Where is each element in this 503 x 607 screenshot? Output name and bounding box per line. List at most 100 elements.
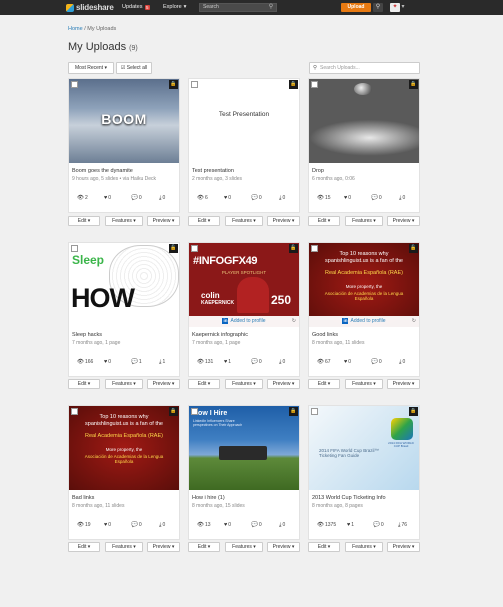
views-count: 166 [84,359,94,365]
select-checkbox[interactable] [191,408,198,415]
features-dropdown[interactable]: Features ▾ [345,542,383,552]
card-stats: 👁131 ♥1 💬0 ⤓0 [189,359,299,369]
preview-dropdown[interactable]: Preview ▾ [267,216,300,226]
refresh-icon[interactable]: ↻ [412,316,416,327]
edit-dropdown[interactable]: Edit ▾ [188,542,220,552]
thumbnail-image[interactable]: #INFOGFX49 PLAYER SPOTLIGHT colin KAEPER… [189,243,299,327]
thumbnail-text: More property, the [105,447,143,452]
select-checkbox[interactable] [191,81,198,88]
card-title[interactable]: Good links [312,332,338,338]
edit-label: Edit [77,544,87,550]
heart-icon: ♥ [224,522,228,528]
nav-explore[interactable]: Explore ▾ [163,4,186,10]
upload-button[interactable]: Upload [341,3,371,12]
preview-dropdown[interactable]: Preview ▾ [147,216,180,226]
select-checkbox[interactable] [71,81,78,88]
preview-dropdown[interactable]: Preview ▾ [267,379,300,389]
card-title[interactable]: Drop [312,168,324,174]
preview-dropdown[interactable]: Preview ▾ [387,216,420,226]
card-stats: 👁19 ♥0 💬0 ⤓0 [69,522,179,532]
select-checkbox[interactable] [71,408,78,415]
top-navigation-bar: slideshare Updates 5 Explore ▾ Search ⚲ … [0,0,503,15]
preview-dropdown[interactable]: Preview ▾ [387,379,420,389]
thumbnail-image[interactable]: 2014 FIFA WORLD CUP Brasil 2014 FIFA Wor… [309,406,419,490]
edit-label: Edit [77,381,87,387]
card-title[interactable]: Sleep hacks [72,332,102,338]
select-checkbox[interactable] [71,245,78,252]
select-checkbox[interactable] [311,81,318,88]
preview-dropdown[interactable]: Preview ▾ [147,542,180,552]
linkedin-added-text: Added to profile [350,318,386,324]
card-title[interactable]: 2013 World Cup Ticketing Info [312,495,386,501]
edit-dropdown[interactable]: Edit ▾ [308,379,340,389]
breadcrumb-home-link[interactable]: Home [68,26,83,32]
downloads-count: 0 [402,195,406,201]
avatar[interactable]: ✦ [390,3,400,12]
lock-icon: 🔒 [169,407,178,416]
edit-dropdown[interactable]: Edit ▾ [308,542,340,552]
features-dropdown[interactable]: Features ▾ [225,216,263,226]
card-title[interactable]: How i hire (1) [192,495,225,501]
lock-icon: 🔒 [289,407,298,416]
edit-dropdown[interactable]: Edit ▾ [308,216,340,226]
sort-dropdown[interactable]: Most Recent ▾ [68,62,114,74]
features-dropdown[interactable]: Features ▾ [345,216,383,226]
edit-dropdown[interactable]: Edit ▾ [68,216,100,226]
comments-count: 0 [258,522,262,528]
edit-label: Edit [197,544,207,550]
heart-icon: ♥ [344,195,348,201]
search-uploads-input[interactable]: ⚲ Search Uploads... [309,62,420,74]
upload-count: (9) [129,45,138,52]
features-dropdown[interactable]: Features ▾ [105,542,143,552]
edit-dropdown[interactable]: Edit ▾ [188,379,220,389]
comments-count: 0 [258,359,262,365]
edit-dropdown[interactable]: Edit ▾ [68,379,100,389]
preview-dropdown[interactable]: Preview ▾ [267,542,300,552]
thumbnail-image[interactable]: Sleep HOW [69,243,179,327]
features-dropdown[interactable]: Features ▾ [345,379,383,389]
card-title[interactable]: Bad links [72,495,94,501]
features-dropdown[interactable]: Features ▾ [225,379,263,389]
thumbnail-image[interactable] [309,79,419,163]
thumbnail-image[interactable]: Test Presentation [189,79,299,163]
comment-icon: 💬 [251,522,258,528]
likes-count: 1 [351,522,355,528]
preview-dropdown[interactable]: Preview ▾ [387,542,420,552]
linkedin-icon: in [342,318,349,324]
search-icon[interactable]: ⚲ [373,3,383,12]
linkedin-added-bar: in Added to profile ↻ [189,316,299,327]
features-dropdown[interactable]: Features ▾ [225,542,263,552]
comments-count: 0 [378,359,382,365]
edit-dropdown[interactable]: Edit ▾ [68,542,100,552]
features-dropdown[interactable]: Features ▾ [105,379,143,389]
thumbnail-text: BOOM [101,111,147,127]
select-checkbox[interactable] [311,408,318,415]
search-icon[interactable]: ⚲ [265,3,277,12]
card-title[interactable]: Test presentation [192,168,234,174]
breadcrumb-current: My Uploads [87,26,117,32]
edit-dropdown[interactable]: Edit ▾ [188,216,220,226]
preview-label: Preview [392,544,411,550]
views-count: 2 [84,195,88,201]
thumbnail-image[interactable]: BOOM [69,79,179,163]
features-dropdown[interactable]: Features ▾ [105,216,143,226]
card-title[interactable]: Kaepernick infographic [192,332,248,338]
chevron-down-icon[interactable]: ▾ [400,3,406,12]
card-meta: 8 months ago, 11 slides [312,340,365,346]
slideshare-logo[interactable]: slideshare [66,3,114,12]
select-all-button[interactable]: ☑ Select all [116,62,152,74]
thumbnail-image[interactable]: How I Hire LinkedIn Influencers Share pe… [189,406,299,490]
select-checkbox[interactable] [191,245,198,252]
select-checkbox[interactable] [311,245,318,252]
thumbnail-text: Sleep [72,253,105,267]
preview-dropdown[interactable]: Preview ▾ [147,379,180,389]
card-title[interactable]: Boom goes the dynamite [72,168,133,174]
thumbnail-text: Test Presentation [218,111,270,118]
preview-label: Preview [152,381,171,387]
thumbnail-text: colin [201,291,220,300]
refresh-icon[interactable]: ↻ [292,316,296,327]
nav-updates[interactable]: Updates 5 [122,4,151,10]
card-meta: 7 months ago, 1 page [192,340,241,346]
thumbnail-image[interactable]: Top 10 reasons why spanishlinguist.us is… [69,406,179,490]
thumbnail-image[interactable]: Top 10 reasons why spanishlinguist.us is… [309,243,419,327]
